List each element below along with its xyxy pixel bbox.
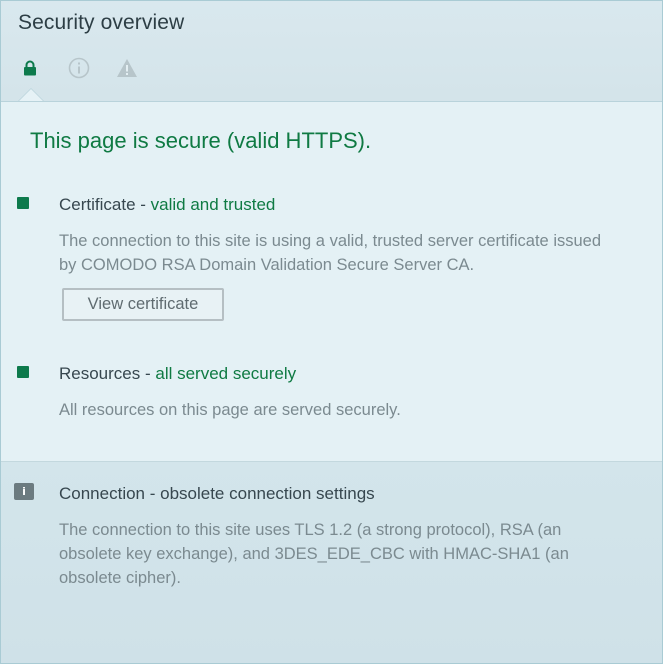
resources-label: Resources - [59, 364, 156, 383]
view-certificate-button[interactable]: View certificate [62, 288, 224, 321]
certificate-status-bullet [17, 197, 29, 209]
certificate-description-line: The connection to this site is using a v… [59, 232, 602, 250]
tab-secure[interactable] [15, 53, 45, 83]
lock-icon [24, 60, 36, 76]
info-icon [68, 57, 90, 79]
connection-description-line: The connection to this site uses TLS 1.2… [59, 521, 562, 539]
secure-panel: This page is secure (valid HTTPS). Certi… [1, 102, 662, 462]
connection-description: The connection to this site uses TLS 1.2… [59, 518, 569, 590]
connection-title: Connection - obsolete connection setting… [59, 484, 375, 503]
info-badge-icon: i [14, 483, 34, 500]
header: Security overview [1, 1, 662, 102]
connection-panel: i Connection - obsolete connection setti… [1, 462, 662, 663]
certificate-status: valid and trusted [150, 195, 276, 214]
resources-description: All resources on this page are served se… [59, 401, 401, 419]
active-tab-pointer [18, 88, 44, 101]
resources-status: all served securely [155, 364, 297, 383]
certificate-label: Certificate - [59, 195, 151, 214]
certificate-description: The connection to this site is using a v… [59, 229, 601, 277]
security-overview-panel: Security overview This page is secure (v… [0, 0, 663, 664]
tab-warning[interactable] [112, 53, 142, 83]
certificate-title: Certificate - valid and trusted [59, 195, 275, 215]
warning-icon [117, 59, 137, 77]
resources-status-bullet [17, 366, 29, 378]
resources-title: Resources - all served securely [59, 364, 296, 384]
security-summary: This page is secure (valid HTTPS). [30, 128, 372, 153]
tab-info[interactable] [64, 53, 94, 83]
page-title: Security overview [18, 11, 185, 34]
certificate-description-line: by COMODO RSA Domain Validation Secure S… [59, 256, 475, 274]
connection-description-line: obsolete key exchange), and 3DES_EDE_CBC… [59, 545, 569, 563]
connection-description-line: obsolete cipher). [59, 569, 181, 587]
